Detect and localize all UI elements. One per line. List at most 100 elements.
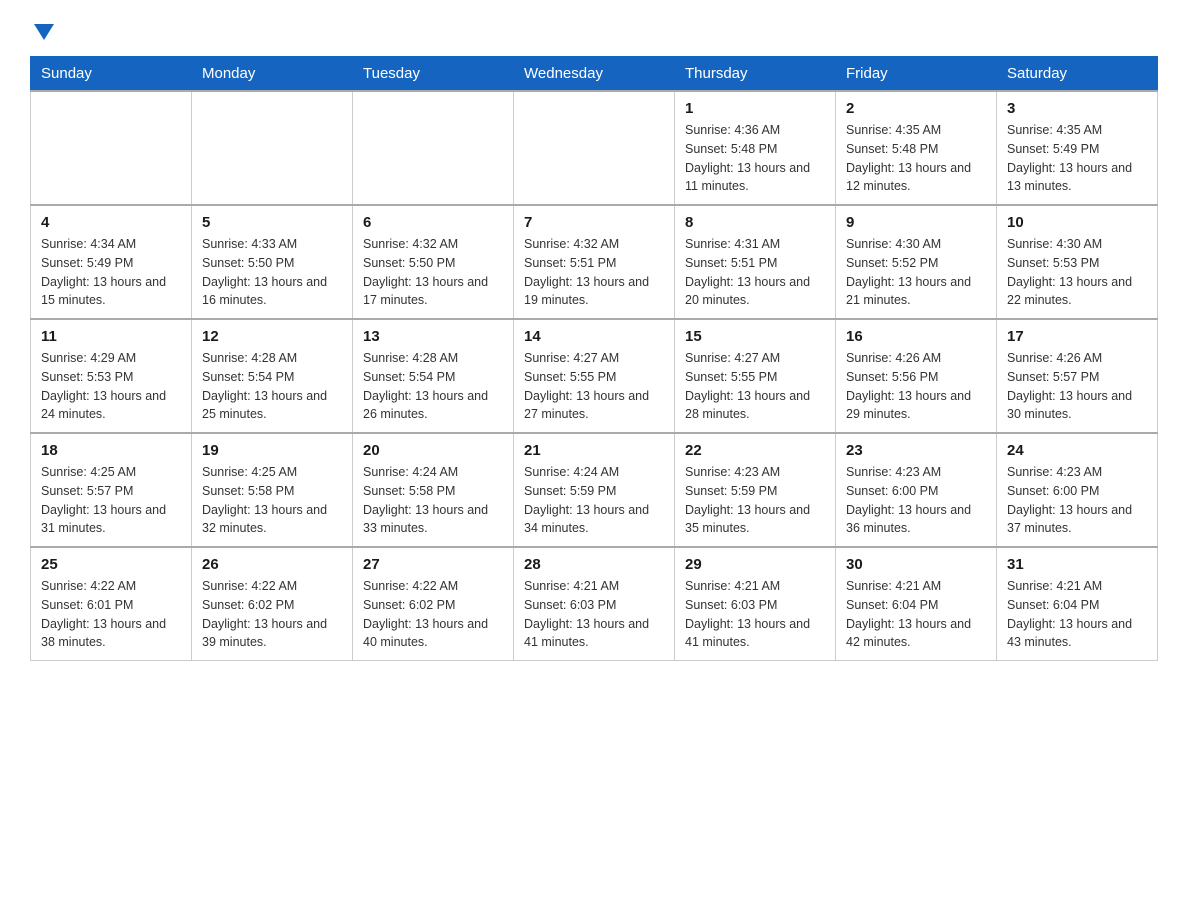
calendar-cell: 17Sunrise: 4:26 AM Sunset: 5:57 PM Dayli… — [997, 319, 1158, 433]
calendar-cell: 29 Sunrise: 4:21 AM Sunset: 6:03 PM Dayli… — [675, 547, 836, 661]
day-info: Sunrise: 4:21 AM Sunset: 6:04 PM Dayligh… — [1007, 577, 1147, 652]
day-number: 20 — [363, 442, 503, 459]
logo-general-text — [30, 20, 54, 40]
day-info: Sunrise: 4:29 AM Sunset: 5:53 PM Dayligh… — [41, 349, 181, 424]
day-number: 28 — [524, 556, 664, 573]
calendar-week-row: 25 Sunrise: 4:22 AM Sunset: 6:01 PM Dayli… — [31, 547, 1158, 661]
calendar-cell: 12 Sunrise: 4:28 AM Sunset: 5:54 PM Dayli… — [192, 319, 353, 433]
day-number: 18 — [41, 442, 181, 459]
calendar-cell: 22 Sunrise: 4:23 AM Sunset: 5:59 PM Dayli… — [675, 433, 836, 547]
calendar-cell: 9 Sunrise: 4:30 AM Sunset: 5:52 PM Daylig… — [836, 205, 997, 319]
logo-triangle-icon — [34, 24, 54, 40]
day-of-week-header: Saturday — [997, 57, 1158, 92]
day-number: 2 — [846, 100, 986, 117]
calendar-cell: 18 Sunrise: 4:25 AM Sunset: 5:57 PM Dayli… — [31, 433, 192, 547]
calendar-cell: 1 Sunrise: 4:36 AM Sunset: 5:48 PM Daylig… — [675, 91, 836, 205]
calendar-week-row: 4 Sunrise: 4:34 AM Sunset: 5:49 PM Daylig… — [31, 205, 1158, 319]
day-number: 5 — [202, 214, 342, 231]
day-info: Sunrise: 4:31 AM Sunset: 5:51 PM Dayligh… — [685, 235, 825, 310]
day-number: 26 — [202, 556, 342, 573]
calendar-cell — [31, 91, 192, 205]
day-number: 25 — [41, 556, 181, 573]
day-number: 19 — [202, 442, 342, 459]
calendar-cell: 2 Sunrise: 4:35 AM Sunset: 5:48 PM Daylig… — [836, 91, 997, 205]
page-header — [30, 20, 1158, 36]
calendar-cell: 30 Sunrise: 4:21 AM Sunset: 6:04 PM Dayli… — [836, 547, 997, 661]
calendar-cell: 4 Sunrise: 4:34 AM Sunset: 5:49 PM Daylig… — [31, 205, 192, 319]
day-number: 16 — [846, 328, 986, 345]
calendar-cell: 27 Sunrise: 4:22 AM Sunset: 6:02 PM Dayli… — [353, 547, 514, 661]
day-number: 21 — [524, 442, 664, 459]
day-info: Sunrise: 4:22 AM Sunset: 6:02 PM Dayligh… — [363, 577, 503, 652]
day-of-week-header: Tuesday — [353, 57, 514, 92]
day-number: 3 — [1007, 100, 1147, 117]
calendar-cell: 26 Sunrise: 4:22 AM Sunset: 6:02 PM Dayli… — [192, 547, 353, 661]
day-number: 12 — [202, 328, 342, 345]
calendar-cell: 7 Sunrise: 4:32 AM Sunset: 5:51 PM Daylig… — [514, 205, 675, 319]
day-number: 1 — [685, 100, 825, 117]
day-info: Sunrise: 4:21 AM Sunset: 6:03 PM Dayligh… — [524, 577, 664, 652]
calendar-cell: 25 Sunrise: 4:22 AM Sunset: 6:01 PM Dayli… — [31, 547, 192, 661]
day-info: Sunrise: 4:36 AM Sunset: 5:48 PM Dayligh… — [685, 121, 825, 196]
day-number: 22 — [685, 442, 825, 459]
calendar-cell: 28 Sunrise: 4:21 AM Sunset: 6:03 PM Dayli… — [514, 547, 675, 661]
day-info: Sunrise: 4:30 AM Sunset: 5:53 PM Dayligh… — [1007, 235, 1147, 310]
calendar-cell: 24Sunrise: 4:23 AM Sunset: 6:00 PM Dayli… — [997, 433, 1158, 547]
calendar-cell — [353, 91, 514, 205]
day-number: 14 — [524, 328, 664, 345]
day-of-week-header: Monday — [192, 57, 353, 92]
calendar-cell: 15Sunrise: 4:27 AM Sunset: 5:55 PM Dayli… — [675, 319, 836, 433]
day-info: Sunrise: 4:30 AM Sunset: 5:52 PM Dayligh… — [846, 235, 986, 310]
calendar-cell: 6Sunrise: 4:32 AM Sunset: 5:50 PM Daylig… — [353, 205, 514, 319]
calendar-cell — [192, 91, 353, 205]
day-info: Sunrise: 4:21 AM Sunset: 6:04 PM Dayligh… — [846, 577, 986, 652]
calendar-header-row: SundayMondayTuesdayWednesdayThursdayFrid… — [31, 57, 1158, 92]
day-number: 7 — [524, 214, 664, 231]
day-number: 31 — [1007, 556, 1147, 573]
day-of-week-header: Wednesday — [514, 57, 675, 92]
day-info: Sunrise: 4:24 AM Sunset: 5:58 PM Dayligh… — [363, 463, 503, 538]
day-number: 11 — [41, 328, 181, 345]
calendar-cell: 8 Sunrise: 4:31 AM Sunset: 5:51 PM Daylig… — [675, 205, 836, 319]
day-number: 29 — [685, 556, 825, 573]
day-info: Sunrise: 4:28 AM Sunset: 5:54 PM Dayligh… — [363, 349, 503, 424]
calendar-cell: 23 Sunrise: 4:23 AM Sunset: 6:00 PM Dayli… — [836, 433, 997, 547]
day-number: 4 — [41, 214, 181, 231]
day-info: Sunrise: 4:26 AM Sunset: 5:56 PM Dayligh… — [846, 349, 986, 424]
day-info: Sunrise: 4:21 AM Sunset: 6:03 PM Dayligh… — [685, 577, 825, 652]
calendar-week-row: 18 Sunrise: 4:25 AM Sunset: 5:57 PM Dayli… — [31, 433, 1158, 547]
calendar-cell: 16 Sunrise: 4:26 AM Sunset: 5:56 PM Dayli… — [836, 319, 997, 433]
day-info: Sunrise: 4:32 AM Sunset: 5:50 PM Dayligh… — [363, 235, 503, 310]
day-info: Sunrise: 4:25 AM Sunset: 5:58 PM Dayligh… — [202, 463, 342, 538]
day-number: 15 — [685, 328, 825, 345]
day-number: 13 — [363, 328, 503, 345]
day-info: Sunrise: 4:33 AM Sunset: 5:50 PM Dayligh… — [202, 235, 342, 310]
day-number: 23 — [846, 442, 986, 459]
calendar-cell: 19 Sunrise: 4:25 AM Sunset: 5:58 PM Dayli… — [192, 433, 353, 547]
day-info: Sunrise: 4:23 AM Sunset: 5:59 PM Dayligh… — [685, 463, 825, 538]
day-info: Sunrise: 4:35 AM Sunset: 5:48 PM Dayligh… — [846, 121, 986, 196]
calendar-cell: 3Sunrise: 4:35 AM Sunset: 5:49 PM Daylig… — [997, 91, 1158, 205]
day-info: Sunrise: 4:28 AM Sunset: 5:54 PM Dayligh… — [202, 349, 342, 424]
calendar-cell: 11 Sunrise: 4:29 AM Sunset: 5:53 PM Dayli… — [31, 319, 192, 433]
day-info: Sunrise: 4:24 AM Sunset: 5:59 PM Dayligh… — [524, 463, 664, 538]
calendar-cell: 5 Sunrise: 4:33 AM Sunset: 5:50 PM Daylig… — [192, 205, 353, 319]
calendar-cell: 10Sunrise: 4:30 AM Sunset: 5:53 PM Dayli… — [997, 205, 1158, 319]
day-number: 17 — [1007, 328, 1147, 345]
day-info: Sunrise: 4:22 AM Sunset: 6:01 PM Dayligh… — [41, 577, 181, 652]
calendar-cell: 21 Sunrise: 4:24 AM Sunset: 5:59 PM Dayli… — [514, 433, 675, 547]
day-number: 27 — [363, 556, 503, 573]
calendar-cell: 31 Sunrise: 4:21 AM Sunset: 6:04 PM Dayli… — [997, 547, 1158, 661]
day-number: 9 — [846, 214, 986, 231]
day-info: Sunrise: 4:32 AM Sunset: 5:51 PM Dayligh… — [524, 235, 664, 310]
day-info: Sunrise: 4:34 AM Sunset: 5:49 PM Dayligh… — [41, 235, 181, 310]
calendar-week-row: 1 Sunrise: 4:36 AM Sunset: 5:48 PM Daylig… — [31, 91, 1158, 205]
calendar-cell: 14Sunrise: 4:27 AM Sunset: 5:55 PM Dayli… — [514, 319, 675, 433]
day-info: Sunrise: 4:23 AM Sunset: 6:00 PM Dayligh… — [1007, 463, 1147, 538]
day-number: 30 — [846, 556, 986, 573]
day-info: Sunrise: 4:23 AM Sunset: 6:00 PM Dayligh… — [846, 463, 986, 538]
day-info: Sunrise: 4:22 AM Sunset: 6:02 PM Dayligh… — [202, 577, 342, 652]
day-number: 8 — [685, 214, 825, 231]
calendar-table: SundayMondayTuesdayWednesdayThursdayFrid… — [30, 56, 1158, 661]
day-info: Sunrise: 4:25 AM Sunset: 5:57 PM Dayligh… — [41, 463, 181, 538]
